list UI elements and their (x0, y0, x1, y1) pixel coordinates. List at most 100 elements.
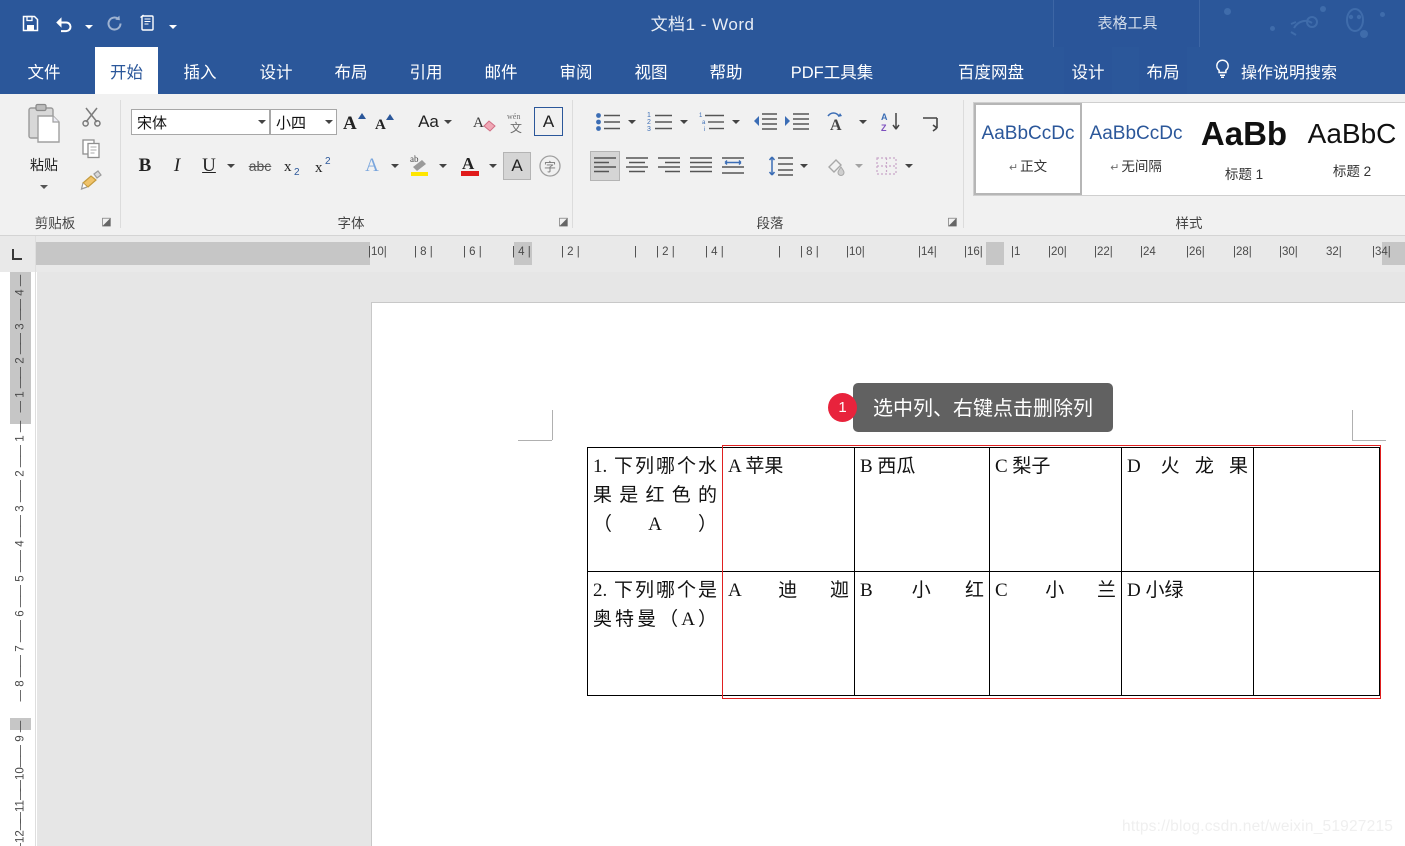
tab-layout[interactable]: 布局 (327, 47, 375, 94)
svg-text:A: A (830, 117, 842, 134)
bullets-icon[interactable] (593, 108, 625, 136)
chinese-layout-icon[interactable]: A (824, 108, 856, 136)
show-formatting-marks-icon[interactable] (918, 108, 948, 136)
tab-design[interactable]: 设计 (252, 47, 300, 94)
table-row[interactable]: 1. 下列哪个水果是红色的（A） A 苹果 B 西瓜 C 梨子 D 火龙果 (587, 447, 1380, 572)
highlight-dropdown-icon[interactable] (436, 152, 450, 180)
svg-text:字: 字 (544, 159, 556, 174)
character-border-icon[interactable]: A (534, 107, 563, 136)
tab-file[interactable]: 文件 (20, 47, 68, 94)
tab-view[interactable]: 视图 (627, 47, 675, 94)
underline-icon[interactable]: U (195, 152, 223, 180)
strikethrough-icon[interactable]: abc (246, 152, 274, 180)
superscript-icon[interactable]: x2 (313, 152, 339, 180)
justify-icon[interactable] (686, 151, 716, 181)
paste-dropdown-icon[interactable] (16, 176, 72, 194)
decrease-indent-icon[interactable] (750, 108, 780, 136)
table-cell-option-c[interactable]: C 小兰 (989, 571, 1122, 696)
table-cell-option-d[interactable]: D 小绿 (1121, 571, 1254, 696)
sort-icon[interactable]: AZ (878, 108, 908, 136)
tab-stop-selector[interactable] (0, 236, 36, 272)
styles-gallery[interactable]: AaBbCcDc ↵ 正文 AaBbCcDc ↵ 无间隔 AaBb 标题 1 AaB… (973, 102, 1405, 196)
clear-formatting-icon[interactable]: A (470, 108, 500, 136)
document-table[interactable]: 1. 下列哪个水果是红色的（A） A 苹果 B 西瓜 C 梨子 D 火龙果 2.… (587, 447, 1380, 696)
table-cell-option-d[interactable]: D 火龙果 (1121, 447, 1254, 572)
group-label-font: 字体 (337, 216, 365, 231)
text-highlight-icon[interactable]: ab (406, 150, 435, 180)
chevron-down-icon[interactable] (321, 120, 336, 124)
table-cell-option-c[interactable]: C 梨子 (989, 447, 1122, 572)
align-right-icon[interactable] (654, 151, 684, 181)
table-cell-empty[interactable] (1253, 571, 1380, 696)
svg-text:A: A (375, 117, 386, 133)
borders-icon[interactable] (872, 151, 902, 181)
subscript-icon[interactable]: x2 (282, 152, 308, 180)
tab-help[interactable]: 帮助 (702, 47, 750, 94)
multilevel-dropdown-icon[interactable] (729, 108, 743, 136)
tab-insert[interactable]: 插入 (176, 47, 224, 94)
enclose-character-icon[interactable]: 字 (536, 152, 564, 180)
line-spacing-dropdown-icon[interactable] (797, 151, 811, 181)
tab-baidu-netdisk[interactable]: 百度网盘 (943, 47, 1039, 94)
tab-home[interactable]: 开始 (95, 47, 158, 94)
horizontal-ruler[interactable]: |10| | 8 | | 6 | | 4 | | 2 | | | 2 | | 4… (36, 236, 1405, 846)
underline-dropdown-icon[interactable] (224, 152, 238, 180)
distribute-icon[interactable] (718, 151, 748, 181)
italic-icon[interactable]: I (163, 152, 191, 180)
increase-indent-icon[interactable] (782, 108, 812, 136)
table-cell-question[interactable]: 2. 下列哪个是奥特曼（A） (587, 571, 723, 696)
table-row[interactable]: 2. 下列哪个是奥特曼（A） A 迪迦 B 小红 C 小兰 D 小绿 (587, 571, 1380, 696)
numbering-icon[interactable]: 123 (645, 108, 677, 136)
font-color-dropdown-icon[interactable] (486, 152, 500, 180)
phonetic-guide-icon[interactable]: wén 文 (502, 108, 532, 136)
tab-table-design[interactable]: 设计 (1064, 47, 1112, 94)
table-cell-empty[interactable] (1253, 447, 1380, 572)
style-item-no-spacing[interactable]: AaBbCcDc ↵ 无间隔 (1082, 103, 1190, 195)
format-painter-icon[interactable] (77, 166, 105, 194)
table-cell-option-a[interactable]: A 迪迦 (722, 571, 855, 696)
align-left-icon[interactable] (590, 151, 620, 181)
font-dialog-launcher[interactable]: ◪ (557, 216, 570, 229)
shading-dropdown-icon[interactable] (852, 151, 866, 181)
table-cell-option-b[interactable]: B 小红 (854, 571, 990, 696)
text-effects-dropdown-icon[interactable] (388, 152, 402, 180)
shading-icon[interactable] (822, 151, 852, 181)
font-color-icon[interactable]: A (456, 150, 485, 180)
clipboard-dialog-launcher[interactable]: ◪ (100, 216, 113, 229)
grow-font-icon[interactable]: A (342, 108, 370, 136)
table-cell-question[interactable]: 1. 下列哪个水果是红色的（A） (587, 447, 723, 572)
style-item-normal[interactable]: AaBbCcDc ↵ 正文 (974, 103, 1082, 195)
bold-icon[interactable]: B (131, 152, 159, 180)
shrink-font-icon[interactable]: A (372, 108, 400, 136)
vertical-ruler[interactable]: — 4 — — 3 — — 2 — — 1 — — 1 — — 2 — — 3 … (0, 272, 1368, 846)
style-item-heading-2[interactable]: AaBbC 标题 2 (1298, 103, 1405, 195)
table-cell-option-a[interactable]: A 苹果 (722, 447, 855, 572)
chevron-down-icon[interactable] (254, 120, 269, 124)
tab-pdf-tools[interactable]: PDF工具集 (777, 47, 887, 94)
character-shading-icon[interactable]: A (503, 152, 531, 180)
lightbulb-icon (1213, 58, 1232, 84)
text-effects-icon[interactable]: A (358, 152, 386, 180)
bullets-dropdown-icon[interactable] (625, 108, 639, 136)
font-family-combo[interactable]: 宋体 (131, 109, 270, 135)
numbering-dropdown-icon[interactable] (677, 108, 691, 136)
tab-mailings[interactable]: 邮件 (477, 47, 525, 94)
style-item-heading-1[interactable]: AaBb 标题 1 (1190, 103, 1298, 195)
paste-button[interactable]: 粘贴 (16, 102, 72, 194)
line-spacing-icon[interactable] (765, 151, 797, 181)
align-center-icon[interactable] (622, 151, 652, 181)
svg-text:A: A (881, 112, 888, 122)
font-size-combo[interactable]: 小四 (270, 109, 337, 135)
change-case-icon[interactable]: Aa (414, 108, 456, 136)
chinese-layout-dropdown-icon[interactable] (856, 108, 870, 136)
tab-table-layout[interactable]: 布局 (1139, 47, 1187, 94)
tab-review[interactable]: 审阅 (552, 47, 600, 94)
multilevel-list-icon[interactable]: 1ai (697, 108, 729, 136)
paragraph-dialog-launcher[interactable]: ◪ (946, 216, 959, 229)
table-cell-option-b[interactable]: B 西瓜 (854, 447, 990, 572)
cut-icon[interactable] (77, 102, 105, 130)
tab-references[interactable]: 引用 (402, 47, 450, 94)
tell-me-search[interactable]: 操作说明搜索 (1213, 47, 1337, 94)
copy-icon[interactable] (77, 134, 105, 162)
borders-dropdown-icon[interactable] (902, 151, 916, 181)
